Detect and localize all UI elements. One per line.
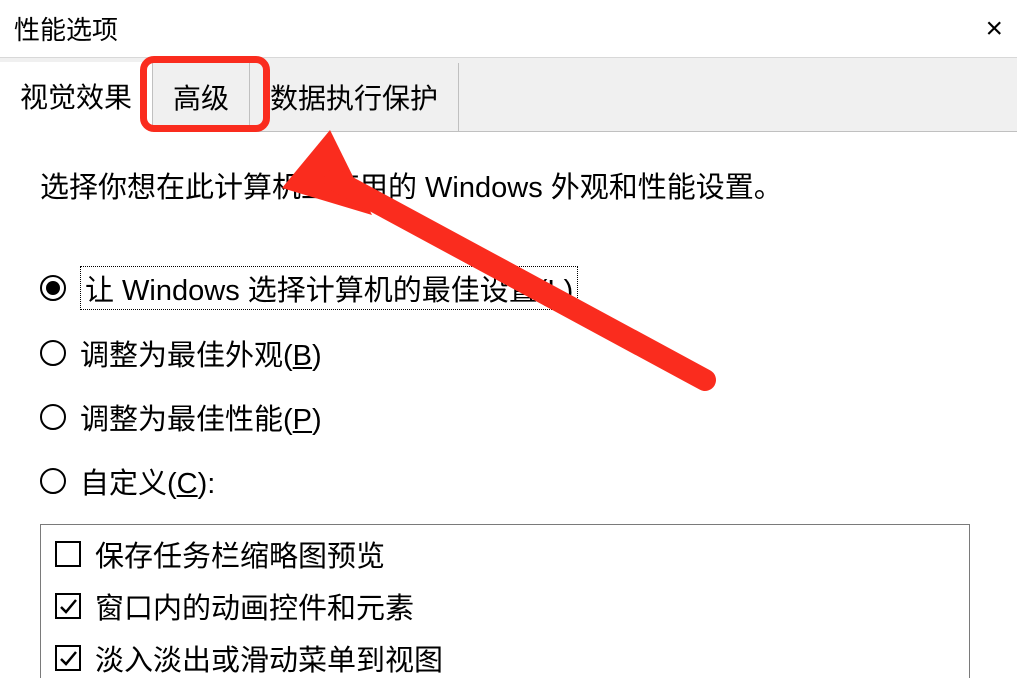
checkbox-icon [55, 645, 81, 671]
window-title: 性能选项 [14, 10, 118, 47]
radio-label: 自定义(C): [80, 460, 215, 502]
radio-best-performance[interactable]: 调整为最佳性能(P) [40, 396, 977, 438]
option-fade-slide-menus[interactable]: 淡入淡出或滑动菜单到视图 [55, 637, 955, 678]
option-animate-controls[interactable]: 窗口内的动画控件和元素 [55, 585, 955, 627]
option-label: 淡入淡出或滑动菜单到视图 [95, 637, 443, 678]
titlebar: 性能选项 × [0, 0, 1017, 58]
radio-label: 让 Windows 选择计算机的最佳设置(L) [80, 266, 578, 310]
custom-options-list: 保存任务栏缩略图预览 窗口内的动画控件和元素 淡入淡出或滑动菜单到视图 [40, 524, 970, 678]
tab-pane-visual-effects: 选择你想在此计算机上使用的 Windows 外观和性能设置。 让 Windows… [0, 132, 1017, 678]
radio-icon [40, 340, 66, 366]
pane-description: 选择你想在此计算机上使用的 Windows 外观和性能设置。 [40, 164, 977, 206]
close-icon[interactable]: × [985, 14, 1003, 44]
radio-icon [40, 404, 66, 430]
option-save-taskbar-thumbnails[interactable]: 保存任务栏缩略图预览 [55, 533, 955, 575]
tabs-bar: 视觉效果 高级 数据执行保护 [0, 58, 1017, 132]
radio-label: 调整为最佳外观(B) [80, 332, 322, 374]
radio-custom[interactable]: 自定义(C): [40, 460, 977, 502]
radio-best-appearance[interactable]: 调整为最佳外观(B) [40, 332, 977, 374]
radio-icon [40, 275, 66, 301]
tab-dep[interactable]: 数据执行保护 [250, 63, 459, 131]
checkbox-icon [55, 541, 81, 567]
tab-advanced[interactable]: 高级 [153, 63, 250, 131]
radio-label: 调整为最佳性能(P) [80, 396, 322, 438]
radio-icon [40, 468, 66, 494]
option-label: 保存任务栏缩略图预览 [95, 533, 385, 575]
radio-let-windows-choose[interactable]: 让 Windows 选择计算机的最佳设置(L) [40, 266, 977, 310]
tab-visual-effects[interactable]: 视觉效果 [0, 62, 153, 132]
checkbox-icon [55, 593, 81, 619]
option-label: 窗口内的动画控件和元素 [95, 585, 414, 627]
